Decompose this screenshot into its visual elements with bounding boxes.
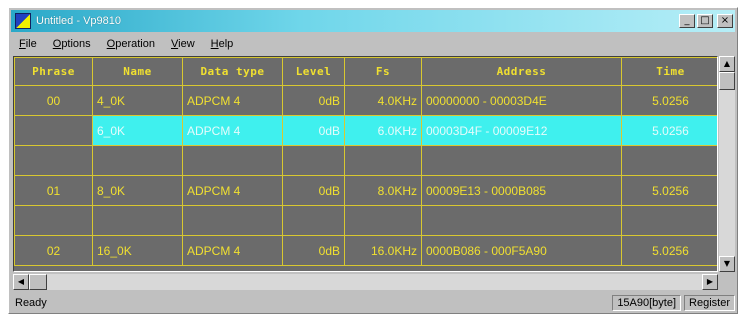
cell-fs[interactable]: 6.0KHz: [344, 115, 422, 146]
cell-address[interactable]: [421, 205, 622, 236]
table-row[interactable]: 01 8_0K ADPCM 4 0dB 8.0KHz 00009E13 - 00…: [14, 175, 717, 206]
cell-data-type[interactable]: [182, 145, 283, 176]
cell-address[interactable]: [421, 145, 622, 176]
menu-view[interactable]: View: [171, 38, 195, 50]
menu-operation[interactable]: Operation: [107, 38, 155, 50]
column-header-data-type[interactable]: Data type: [182, 57, 283, 86]
scroll-right-icon[interactable]: ▶: [702, 274, 718, 290]
cell-level[interactable]: 0dB: [282, 115, 345, 146]
cell-phrase[interactable]: [14, 115, 93, 146]
cell-level[interactable]: [282, 205, 345, 236]
table-header-row: Phrase Name Data type Level Fs Address T…: [14, 57, 717, 86]
table-row-selected[interactable]: 6_0K ADPCM 4 0dB 6.0KHz 00003D4F - 00009…: [14, 115, 717, 146]
cell-name[interactable]: [92, 205, 183, 236]
minimize-button[interactable]: _: [679, 14, 695, 28]
status-text: Ready: [15, 297, 47, 309]
cell-fs[interactable]: [344, 205, 422, 236]
cell-level[interactable]: [282, 145, 345, 176]
maximize-button[interactable]: □: [697, 14, 713, 28]
table-row[interactable]: 02 16_0K ADPCM 4 0dB 16.0KHz 0000B086 - …: [14, 235, 717, 266]
column-header-address[interactable]: Address: [421, 57, 622, 86]
phrase-grid[interactable]: Phrase Name Data type Level Fs Address T…: [13, 56, 718, 272]
cell-phrase[interactable]: [14, 145, 93, 176]
window-title: Untitled - Vp9810: [36, 15, 121, 27]
cell-time[interactable]: 5.0256: [621, 175, 717, 206]
cell-fs[interactable]: 4.0KHz: [344, 85, 422, 116]
cell-time[interactable]: 5.0256: [621, 115, 717, 146]
status-register: Register: [684, 295, 735, 311]
vertical-scroll-thumb[interactable]: [719, 72, 735, 90]
scroll-up-icon[interactable]: ▲: [719, 56, 735, 72]
cell-address[interactable]: 00009E13 - 0000B085: [421, 175, 622, 206]
cell-time[interactable]: 5.0256: [621, 85, 717, 116]
menu-help[interactable]: Help: [211, 38, 234, 50]
phrase-table: Phrase Name Data type Level Fs Address T…: [14, 57, 717, 266]
cell-address[interactable]: 0000B086 - 000F5A90: [421, 235, 622, 266]
cell-name[interactable]: 8_0K: [92, 175, 183, 206]
cell-phrase[interactable]: 02: [14, 235, 93, 266]
cell-time[interactable]: [621, 145, 717, 176]
cell-name[interactable]: 4_0K: [92, 85, 183, 116]
scroll-left-icon[interactable]: ◀: [13, 274, 29, 290]
cell-data-type[interactable]: ADPCM 4: [182, 235, 283, 266]
app-window: Untitled - Vp9810 _ □ × File Options Ope…: [8, 7, 738, 314]
table-row[interactable]: 00 4_0K ADPCM 4 0dB 4.0KHz 00000000 - 00…: [14, 85, 717, 116]
cell-time[interactable]: 5.0256: [621, 235, 717, 266]
cell-data-type[interactable]: ADPCM 4: [182, 115, 283, 146]
column-header-name[interactable]: Name: [92, 57, 183, 86]
cell-name[interactable]: 6_0K: [92, 115, 183, 146]
cell-phrase[interactable]: 00: [14, 85, 93, 116]
cell-phrase[interactable]: 01: [14, 175, 93, 206]
status-byte-count: 15A90[byte]: [612, 295, 682, 311]
menu-options[interactable]: Options: [53, 38, 91, 50]
cell-data-type[interactable]: ADPCM 4: [182, 175, 283, 206]
column-header-level[interactable]: Level: [282, 57, 345, 86]
table-row-empty[interactable]: [14, 205, 717, 236]
menu-bar: File Options Operation View Help: [11, 34, 735, 54]
cell-address[interactable]: 00000000 - 00003D4E: [421, 85, 622, 116]
cell-data-type[interactable]: [182, 205, 283, 236]
cell-name[interactable]: [92, 145, 183, 176]
vertical-scrollbar[interactable]: ▲ ▼: [719, 56, 735, 272]
column-header-phrase[interactable]: Phrase: [14, 57, 93, 86]
column-header-time[interactable]: Time: [621, 57, 717, 86]
cell-level[interactable]: 0dB: [282, 175, 345, 206]
cell-phrase[interactable]: [14, 205, 93, 236]
table-row-empty[interactable]: [14, 145, 717, 176]
cell-address[interactable]: 00003D4F - 00009E12: [421, 115, 622, 146]
cell-fs[interactable]: [344, 145, 422, 176]
menu-file[interactable]: File: [19, 38, 37, 50]
cell-name[interactable]: 16_0K: [92, 235, 183, 266]
cell-time[interactable]: [621, 205, 717, 236]
close-button[interactable]: ×: [717, 14, 733, 28]
horizontal-scrollbar[interactable]: ◀ ▶: [13, 274, 718, 290]
scroll-down-icon[interactable]: ▼: [719, 256, 735, 272]
column-header-fs[interactable]: Fs: [344, 57, 422, 86]
cell-level[interactable]: 0dB: [282, 235, 345, 266]
caption-buttons: _ □ ×: [679, 14, 733, 28]
cell-fs[interactable]: 8.0KHz: [344, 175, 422, 206]
cell-fs[interactable]: 16.0KHz: [344, 235, 422, 266]
app-icon[interactable]: [15, 13, 31, 29]
horizontal-scroll-thumb[interactable]: [29, 274, 47, 290]
status-bar: Ready 15A90[byte] Register: [11, 294, 735, 312]
cell-level[interactable]: 0dB: [282, 85, 345, 116]
title-bar[interactable]: Untitled - Vp9810 _ □ ×: [11, 10, 735, 32]
cell-data-type[interactable]: ADPCM 4: [182, 85, 283, 116]
